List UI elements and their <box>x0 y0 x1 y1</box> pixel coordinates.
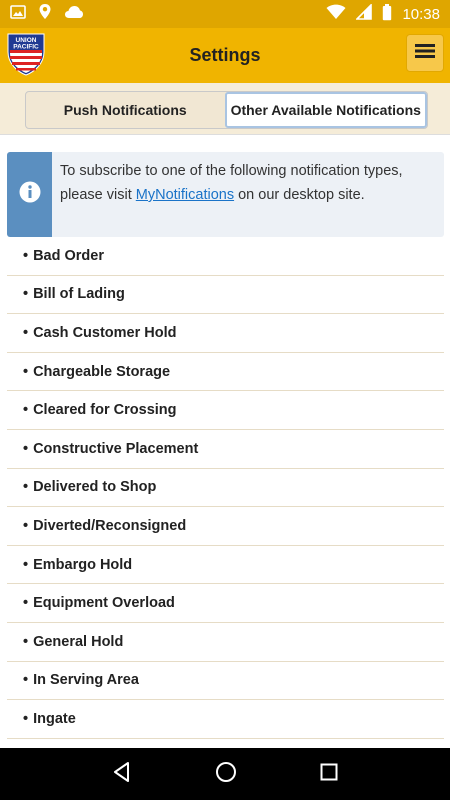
logo-text-pacific: PACIFIC <box>13 44 39 51</box>
tab-strip: Push Notifications Other Available Notif… <box>0 83 450 135</box>
list-item: • Diverted/Reconsigned <box>7 507 444 546</box>
info-icon <box>19 181 41 208</box>
list-item-label: Diverted/Reconsigned <box>33 517 187 534</box>
info-message: To subscribe to one of the following not… <box>52 152 444 237</box>
battery-icon <box>382 3 392 25</box>
segmented-tabs: Push Notifications Other Available Notif… <box>25 91 428 129</box>
info-text-after: on our desktop site. <box>234 187 365 203</box>
clock-time: 10:38 <box>402 5 440 23</box>
list-item: • General Hold <box>7 623 444 662</box>
mynotifications-link[interactable]: MyNotifications <box>136 187 234 203</box>
list-item-label: Bill of Lading <box>33 286 125 303</box>
list-item: • Equipment Overload <box>7 584 444 623</box>
home-icon[interactable] <box>215 761 237 788</box>
cloud-icon <box>64 5 84 24</box>
notification-list: • Bad Order • Bill of Lading • Cash Custome… <box>7 237 444 739</box>
recents-icon[interactable] <box>319 762 339 787</box>
list-item: • Delivered to Shop <box>7 469 444 508</box>
page-title: Settings <box>189 45 261 65</box>
hamburger-icon <box>415 43 435 64</box>
list-item-label: In Serving Area <box>33 672 139 689</box>
union-pacific-logo[interactable]: UNION PACIFIC <box>6 32 46 76</box>
list-item-label: Embargo Hold <box>33 556 133 573</box>
list-item: • Cash Customer Hold <box>7 314 444 353</box>
location-icon <box>38 3 52 25</box>
info-icon-cell <box>7 152 52 237</box>
list-item: • Embargo Hold <box>7 546 444 585</box>
system-nav-bar <box>0 748 450 800</box>
image-icon <box>10 4 26 25</box>
info-banner: To subscribe to one of the following not… <box>7 152 444 237</box>
app-bar: UNION PACIFIC Settings <box>0 28 450 83</box>
list-item: • Chargeable Storage <box>7 353 444 392</box>
list-item-label: Bad Order <box>33 247 104 264</box>
list-item-label: Chargeable Storage <box>33 363 171 380</box>
list-item-label: Constructive Placement <box>33 440 199 457</box>
back-icon[interactable] <box>111 761 133 788</box>
list-item-label: Ingate <box>33 710 76 727</box>
list-item-label: Delivered to Shop <box>33 479 157 496</box>
list-item: • Bad Order <box>7 237 444 276</box>
wifi-icon <box>326 4 346 24</box>
list-item: • Constructive Placement <box>7 430 444 469</box>
list-item: • Ingate <box>7 700 444 739</box>
status-bar: 10:38 <box>0 0 450 28</box>
menu-button[interactable] <box>406 34 444 72</box>
list-item: • Bill of Lading <box>7 276 444 315</box>
list-item: • In Serving Area <box>7 662 444 701</box>
tab-other-available-notifications[interactable]: Other Available Notifications <box>224 92 427 128</box>
list-item-label: Equipment Overload <box>33 595 175 612</box>
list-item-label: Cash Customer Hold <box>33 324 177 341</box>
signal-icon <box>355 3 373 24</box>
list-item: • Cleared for Crossing <box>7 391 444 430</box>
list-item-label: Cleared for Crossing <box>33 402 177 419</box>
tab-push-notifications[interactable]: Push Notifications <box>26 92 225 128</box>
list-item-label: General Hold <box>33 633 124 650</box>
